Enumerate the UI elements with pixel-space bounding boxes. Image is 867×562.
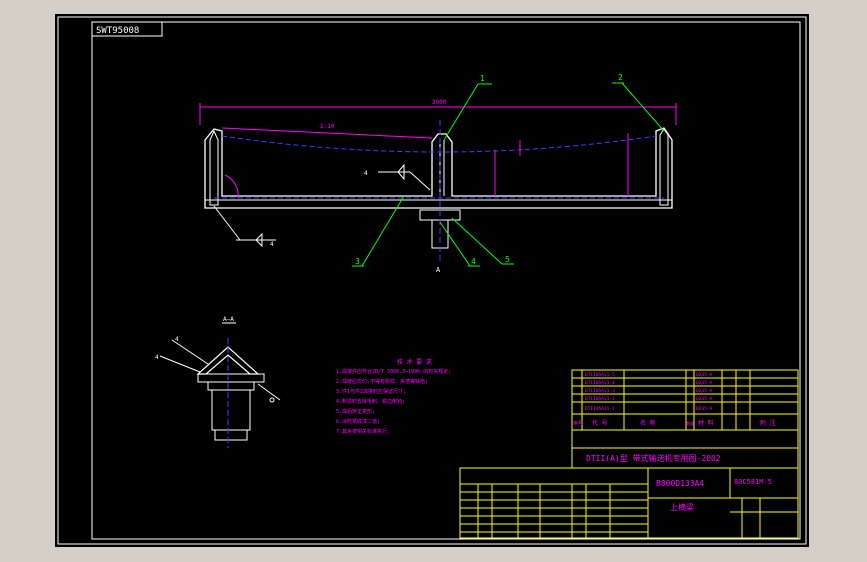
overall-width-dim: 2000 bbox=[432, 99, 447, 106]
note-line: 4.制造时去除毛刺、锐边倒钝; bbox=[336, 398, 405, 405]
balloon-2: 2 bbox=[618, 73, 623, 82]
bom-row-code: DTII05A31-3 bbox=[585, 388, 615, 394]
bom-header-name: 名 称 bbox=[640, 419, 656, 427]
bom-row-code: DTII05A31-4 bbox=[585, 380, 615, 386]
note-line: 3.件1与件2焊接时应保证尺寸; bbox=[336, 388, 406, 395]
balloon-3: 3 bbox=[355, 257, 360, 266]
bom-row-material: Q235-A bbox=[696, 388, 713, 394]
bom-row-material: Q235-A bbox=[696, 396, 713, 402]
bom-header-qty: 数量 bbox=[686, 420, 694, 426]
title-banner: DTII(A)型 带式输送机专用图-2002 bbox=[586, 453, 721, 463]
bom-row-code: DTII05A31-1 bbox=[585, 406, 615, 412]
part-name: 上横梁 bbox=[670, 502, 694, 512]
drawing-number: B800D133A4 bbox=[656, 479, 704, 488]
bom-row-material: Q235-A bbox=[696, 372, 713, 378]
bom-header-remark: 附 注 bbox=[760, 419, 776, 427]
notes-title: 技 术 要 求 bbox=[397, 358, 432, 366]
bom-header-material: 材 料 bbox=[698, 419, 714, 427]
bom-row-code: DTII05A31-2 bbox=[585, 396, 615, 402]
cad-drawing-sheet: SWT95008 2000 1:10 A 4 4 1 2 3 4 5 A—A 4… bbox=[55, 14, 809, 547]
note-line: 7.其余按相关标准执行。 bbox=[336, 428, 392, 435]
balloon-5: 5 bbox=[505, 255, 510, 264]
slope-dim: 1:10 bbox=[320, 123, 335, 130]
weld-label-3: 4 bbox=[175, 336, 179, 343]
note-line: 2.焊缝应均匀,不得有裂纹、夹渣等缺陷; bbox=[336, 378, 428, 385]
section-label: A—A bbox=[223, 316, 234, 323]
note-line: 5.焊后矫正变形; bbox=[336, 408, 375, 415]
weld-label-2: 4 bbox=[270, 241, 274, 248]
bom-header-code: 代 号 bbox=[592, 419, 608, 427]
balloon-1: 1 bbox=[480, 74, 485, 83]
weld-label-1: 4 bbox=[364, 170, 368, 177]
weld-label-4: 4 bbox=[155, 354, 159, 361]
note-line: 1.焊接件应符合JB/T 5000.3—1998 的有关规定; bbox=[336, 368, 451, 375]
bom-header-no: 序号 bbox=[573, 420, 583, 427]
balloon-4: 4 bbox=[471, 257, 476, 266]
bom-row-material: Q235-A bbox=[696, 406, 713, 412]
bom-row-material: Q235-A bbox=[696, 380, 713, 386]
drawing-code: 80C581M-5 bbox=[734, 478, 772, 486]
note-line: 6.涂防锈底漆二道; bbox=[336, 418, 380, 425]
drawing-canvas bbox=[55, 14, 809, 547]
bom-row-code: DTII05A31-5 bbox=[585, 372, 615, 378]
title-tag: SWT95008 bbox=[96, 26, 139, 36]
